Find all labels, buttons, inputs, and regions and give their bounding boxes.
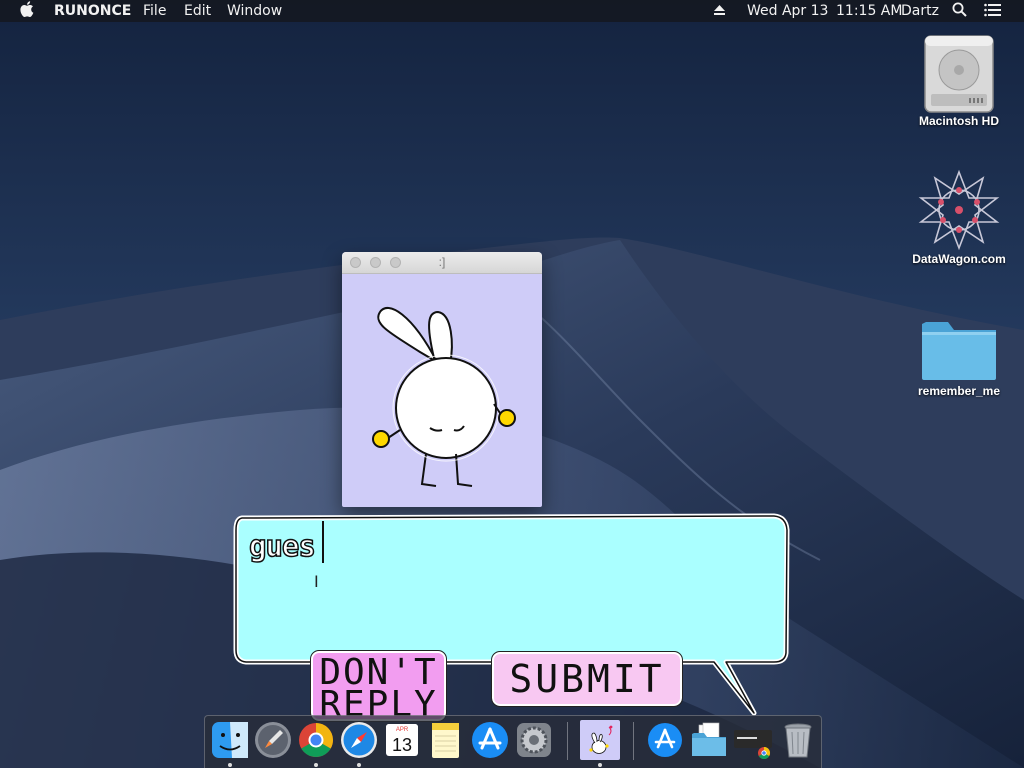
dock-chrome[interactable]: [296, 720, 336, 760]
dock-separator: [633, 722, 634, 760]
star-mandala-icon: [918, 169, 1000, 251]
apple-icon[interactable]: [20, 0, 34, 22]
dock-app-store[interactable]: [470, 720, 510, 760]
ibeam-cursor-icon: I: [314, 572, 319, 591]
running-indicator: [228, 763, 232, 767]
app-window[interactable]: :]: [342, 252, 542, 507]
window-titlebar[interactable]: :]: [342, 252, 542, 274]
finder-icon: [212, 722, 248, 758]
dont-reply-button[interactable]: DON'T REPLY: [310, 650, 447, 722]
dock-applications-folder[interactable]: [645, 720, 685, 760]
menu-date[interactable]: Wed Apr 13: [747, 0, 828, 22]
dock-trash[interactable]: [778, 720, 818, 760]
documents-folder-icon: [692, 722, 726, 756]
dock-separator: [567, 722, 568, 760]
menu-edit[interactable]: Edit: [184, 0, 211, 22]
running-indicator: [357, 763, 361, 767]
dock-documents-folder[interactable]: [689, 720, 729, 760]
dock-system-preferences[interactable]: [514, 720, 554, 760]
menu-app-name[interactable]: RUNONCE: [54, 0, 131, 22]
calendar-day: 13: [392, 735, 412, 755]
bunny-app-icon: [580, 720, 620, 760]
menu-bar: RUNONCE File Edit Window Wed Apr 13 11:1…: [0, 0, 1024, 22]
chrome-icon: [299, 723, 333, 757]
chrome-apps-icon: [734, 730, 772, 760]
menu-file[interactable]: File: [143, 0, 166, 22]
submit-button[interactable]: SUBMIT: [491, 651, 683, 707]
safari-icon: [341, 722, 377, 758]
launchpad-icon: [255, 722, 291, 758]
folder-icon: [922, 322, 996, 380]
dock-runonce[interactable]: [579, 719, 621, 761]
desktop-icon-label: Macintosh HD: [918, 114, 999, 128]
app-store-icon: [472, 722, 508, 758]
trash-icon: [784, 723, 812, 758]
text-caret: [322, 521, 324, 563]
bunny-icon: [372, 306, 516, 487]
dock-finder[interactable]: [210, 720, 250, 760]
menu-list-icon[interactable]: [984, 0, 1002, 22]
calendar-month: APR: [396, 727, 409, 733]
system-preferences-icon: [517, 723, 551, 757]
menu-user[interactable]: Dartz: [901, 0, 939, 22]
window-title: :]: [438, 255, 446, 269]
menu-window[interactable]: Window: [227, 0, 282, 22]
desktop-icon-label: remember_me: [917, 384, 1001, 398]
desktop-icon-datawagon[interactable]: DataWagon.com: [904, 168, 1014, 266]
desktop-icon-remember-me[interactable]: remember_me: [904, 314, 1014, 398]
calendar-icon: APR 13: [386, 724, 418, 756]
running-indicator: [314, 763, 318, 767]
desktop-icon-label: DataWagon.com: [912, 252, 1006, 266]
notes-icon: [432, 723, 459, 758]
dock: APR 13: [204, 715, 822, 768]
eject-icon[interactable]: [713, 0, 726, 22]
hard-drive-icon: [924, 35, 994, 113]
menu-time[interactable]: 11:15 AM: [836, 0, 902, 22]
dock-safari[interactable]: [339, 720, 379, 760]
dock-chrome-apps[interactable]: [733, 720, 773, 760]
search-icon[interactable]: [952, 0, 967, 22]
dock-calendar[interactable]: APR 13: [382, 720, 422, 760]
desktop-icon-macintosh-hd[interactable]: Macintosh HD: [904, 32, 1014, 128]
answer-input[interactable]: gues: [248, 526, 316, 566]
dock-notes[interactable]: [425, 720, 465, 760]
dock-launchpad[interactable]: [253, 720, 293, 760]
running-indicator: [598, 763, 602, 767]
applications-folder-icon: [648, 723, 682, 757]
